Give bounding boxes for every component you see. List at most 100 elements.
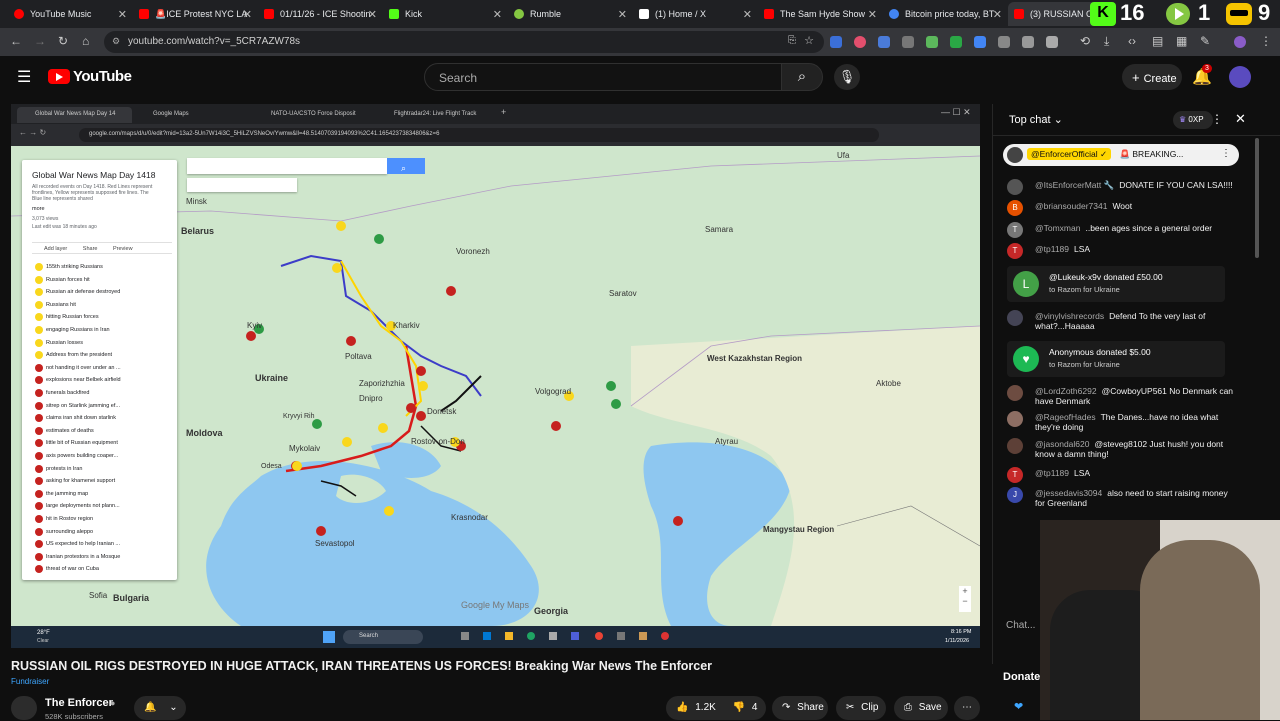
close-tab-icon[interactable]: ✕ [118,8,127,21]
chat-author[interactable]: @RageofHades [1035,412,1096,422]
browser-tab[interactable]: The Sam Hyde Show ✕ [758,2,883,26]
menu-kebab-icon[interactable]: ⋮ [1260,34,1272,48]
close-tab-icon[interactable]: ✕ [868,8,877,21]
video-player[interactable]: Global War News Map Day 14 Google Maps N… [11,104,980,648]
donate-button[interactable]: Donate [992,664,1052,692]
sidebar-icon[interactable]: ▤ [1152,34,1163,48]
chat-avatar[interactable]: J [1007,487,1023,503]
extension-icon[interactable] [998,36,1010,48]
chat-avatar[interactable]: B [1007,200,1023,216]
chat-avatar[interactable] [1007,310,1023,326]
extension-icon[interactable] [854,36,866,48]
channel-name[interactable]: The Enforcer [45,697,113,709]
chat-avatar[interactable]: T [1007,222,1023,238]
close-tab-icon[interactable]: ✕ [618,8,627,21]
extension-icon[interactable] [926,36,938,48]
clip-button[interactable]: ✂ Clip [836,696,886,720]
points-badge[interactable]: ♛ 0XP [1173,111,1213,129]
map-toolbar [187,178,297,192]
browser-tab[interactable]: (1) Home / X ✕ [633,2,758,26]
hamburger-menu-icon[interactable]: ☰ [17,67,31,87]
close-tab-icon[interactable]: ✕ [993,8,1002,21]
chat-avatar[interactable] [1007,385,1023,401]
browser-tab[interactable]: YouTube Music ✕ [8,2,133,26]
history-icon[interactable]: ⟲ [1080,34,1090,48]
extension-icon[interactable] [1022,36,1034,48]
search-button[interactable]: ⌕ [781,63,823,91]
extension-icon[interactable] [902,36,914,48]
subscribed-bell-button[interactable]: 🔔 ⌄ [134,696,186,720]
create-button[interactable]: + Create [1122,64,1182,90]
youtube-logo-icon[interactable] [48,69,70,84]
browser-tab[interactable]: Rumble ✕ [508,2,633,26]
dashboard-icon[interactable]: ▦ [1176,34,1187,48]
close-tab-icon[interactable]: ✕ [743,8,752,21]
download-icon[interactable]: ⤓ [1104,34,1109,49]
devtools-icon[interactable]: ‹› [1128,34,1136,48]
dislike-button[interactable]: 👎 4 [733,702,758,713]
donation-message[interactable]: ♥ Anonymous donated $5.00 to Razom for Ukr… [1007,341,1225,377]
chat-text: LSA [1074,468,1091,478]
site-info-icon[interactable]: ⚙ [112,36,120,47]
close-tab-icon[interactable]: ✕ [493,8,502,21]
chat-author[interactable]: @ItsEnforcerMatt 🔧 [1035,180,1114,190]
browser-tab[interactable]: Kick ✕ [383,2,508,26]
browser-tab[interactable]: 01/11/26 - ICE Shootin ✕ [258,2,383,26]
user-avatar[interactable] [1229,66,1251,88]
chat-author[interactable]: @jessedavis3094 [1035,488,1102,498]
marker-dot-icon [35,401,43,410]
legend-item: engaging Russians in Iran [35,326,110,334]
chat-avatar[interactable]: T [1007,467,1023,483]
chat-author[interactable]: @tp1189 [1035,244,1069,254]
chat-input[interactable]: Chat... [1006,620,1066,640]
share-button[interactable]: ↷ Share [772,696,828,720]
like-button[interactable]: 👍 1.2K [676,702,719,713]
browser-tab[interactable]: 🚨ICE Protest NYC LA ✕ [133,2,258,26]
more-actions-button[interactable]: ⋯ [954,696,980,720]
address-bar[interactable]: ⚙ youtube.com/watch?v=_5CR7AZW78s ⎘ ☆ [104,31,824,53]
extension-icon[interactable] [830,36,842,48]
voice-search-button[interactable]: 🎙 [834,64,860,90]
chat-avatar[interactable]: T [1007,243,1023,259]
channel-avatar[interactable] [11,696,37,720]
profile-avatar[interactable] [1234,36,1246,48]
save-button[interactable]: ⎙ Save [894,696,948,720]
chat-menu-icon[interactable]: ⋮ [1211,112,1223,126]
close-tab-icon[interactable]: ✕ [243,8,252,21]
extension-icon[interactable] [974,36,986,48]
search-icon: ⌕ [797,68,807,85]
close-chat-icon[interactable]: ✕ [1235,111,1246,127]
search-input[interactable]: Search [424,63,782,91]
install-icon[interactable]: ⎘ [788,35,796,46]
chat-author[interactable]: @vinylvishrecords [1035,311,1104,321]
chat-author[interactable]: @briansouder7341 [1035,201,1107,211]
chat-scrollbar[interactable] [1255,138,1259,258]
browser-tab[interactable]: Bitcoin price today, BT ✕ [883,2,1008,26]
chat-avatar[interactable] [1007,179,1023,195]
close-tab-icon[interactable]: ✕ [368,8,377,21]
home-icon[interactable]: ⌂ [82,34,89,48]
chat-avatar[interactable] [1007,438,1023,454]
bookmark-star-icon[interactable]: ☆ [804,34,814,47]
chat-avatar[interactable] [1007,411,1023,427]
extensions-puzzle-icon[interactable] [1046,36,1058,48]
chat-author[interactable]: @jasondal620 [1035,439,1089,449]
microphone-icon: 🎙 [838,69,856,84]
forward-icon[interactable]: → [34,34,46,48]
donation-message[interactable]: L @Lukeuk-x9v donated £50.00 to Razom for … [1007,266,1225,302]
chat-mode-selector[interactable]: Top chat ⌄ [1009,113,1063,126]
reload-icon[interactable]: ↻ [58,34,68,48]
chat-author[interactable]: @LordZoth6292 [1035,386,1097,396]
browser-tab-active[interactable]: (3) RUSSIAN OIL [1008,2,1098,26]
back-icon[interactable]: ← [10,34,22,48]
youtube-logo-text[interactable]: YouTube [73,68,132,85]
chat-author[interactable]: @tp1189 [1035,468,1069,478]
chat-author[interactable]: @Tomxman [1035,223,1080,233]
pinned-menu-icon[interactable]: ⋮ [1221,148,1231,159]
pen-icon[interactable]: ✎ [1200,34,1210,48]
extension-icon[interactable] [950,36,962,48]
extension-icon[interactable] [878,36,890,48]
fundraiser-badge[interactable]: Fundraiser [11,677,49,686]
pinned-message[interactable]: @EnforcerOfficial ✓ 🚨 BREAKING... ⋮ [1003,144,1239,166]
taskbar-app-icon [505,632,513,640]
